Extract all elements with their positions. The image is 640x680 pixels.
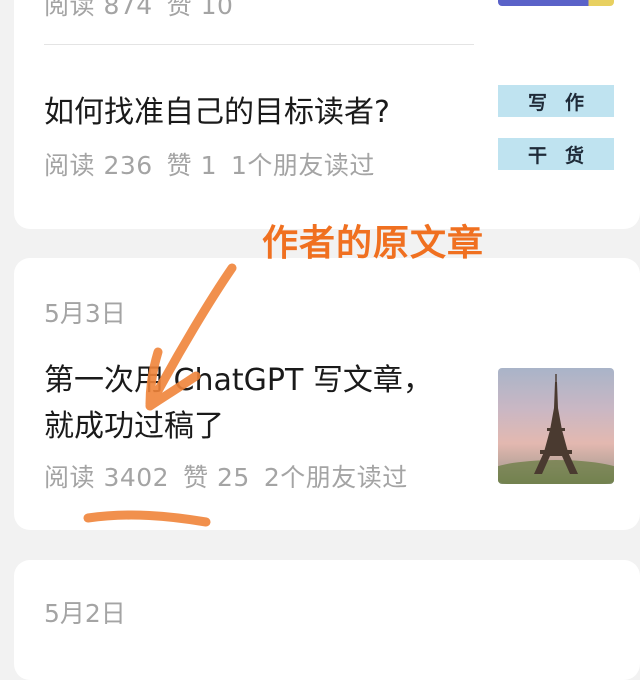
annotation-underline	[83, 510, 211, 527]
annotation-overlay	[83, 263, 237, 527]
